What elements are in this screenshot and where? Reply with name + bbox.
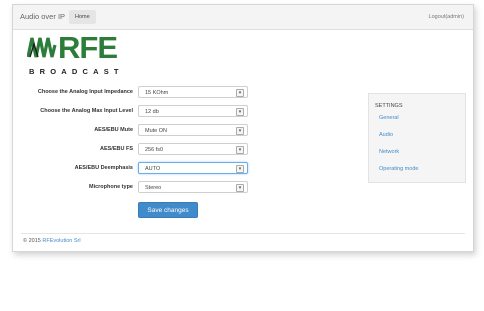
chevron-down-icon: ▾ [236,89,244,97]
app-window: Audio over IP Home Logout(admin) RFE BRO… [12,4,474,252]
aes-fs-select[interactable]: 256 fs0 ▾ [138,143,248,155]
select-value: Stereo [145,184,162,191]
microphone-type-select[interactable]: Stereo ▾ [138,181,248,193]
settings-title: SETTINGS [375,103,403,109]
aes-fs-label: AES/EBU FS [99,146,133,152]
aes-mute-select[interactable]: Mute ON ▾ [138,124,248,136]
app-brand[interactable]: Audio over IP [20,12,65,21]
aes-deemphasis-select[interactable]: AUTO ▾ [138,162,248,174]
form-row-aes-mute: AES/EBU Mute Mute ON ▾ [13,124,248,137]
select-value: AUTO [145,165,161,172]
form-row-input-impedance: Choose the Analog Input Impedance 15 KOh… [13,86,248,99]
logo-tagline: BROADCAST [29,67,124,76]
top-navbar: Audio over IP Home Logout(admin) [13,5,473,30]
select-value: 12 db [145,108,159,115]
form-row-max-input-level: Choose the Analog Max Input Level 12 db … [13,105,248,118]
chevron-down-icon: ▾ [236,127,244,135]
select-value: 256 fs0 [145,146,164,153]
form-row-aes-fs: AES/EBU FS 256 fs0 ▾ [13,143,248,156]
input-impedance-select[interactable]: 15 KOhm ▾ [138,86,248,98]
chevron-down-icon: ▾ [236,146,244,154]
microphone-type-label: Microphone type [88,184,133,190]
logout-link[interactable]: Logout(admin) [429,14,464,20]
footer-divider [21,233,465,234]
aes-deemphasis-label: AES/EBU Deemphasis [74,165,133,171]
logo-wordmark: RFE [27,30,118,65]
input-impedance-label: Choose the Analog Input Impedance [37,89,133,95]
logo-text: RFE [58,30,118,65]
wave-logo-icon [27,37,57,58]
company-link[interactable]: RFEvolution Srl [42,238,80,244]
max-input-level-label: Choose the Analog Max Input Level [40,108,133,114]
aes-mute-label: AES/EBU Mute [94,127,133,133]
settings-link-audio[interactable]: Audio [379,132,393,138]
save-changes-button[interactable]: Save changes [138,202,198,218]
form-row-microphone-type: Microphone type Stereo ▾ [13,181,248,194]
settings-link-operating-mode[interactable]: Operating mode [379,166,418,172]
select-value: Mute ON [145,127,168,134]
chevron-down-icon: ▾ [236,165,244,173]
settings-link-general[interactable]: General [379,115,399,121]
form-row-aes-deemphasis: AES/EBU Deemphasis AUTO ▾ [13,162,248,175]
select-value: 15 KOhm [145,89,169,96]
tab-home[interactable]: Home [69,10,96,24]
chevron-down-icon: ▾ [236,184,244,192]
max-input-level-select[interactable]: 12 db ▾ [138,105,248,117]
chevron-down-icon: ▾ [236,108,244,116]
settings-link-network[interactable]: Network [379,149,399,155]
settings-panel: SETTINGS General Audio Network Operating… [368,93,466,183]
footer: © 2015 RFEvolution Srl [23,238,81,244]
rfe-logo: RFE BROADCAST [27,30,147,81]
copyright-text: © 2015 [23,238,43,244]
